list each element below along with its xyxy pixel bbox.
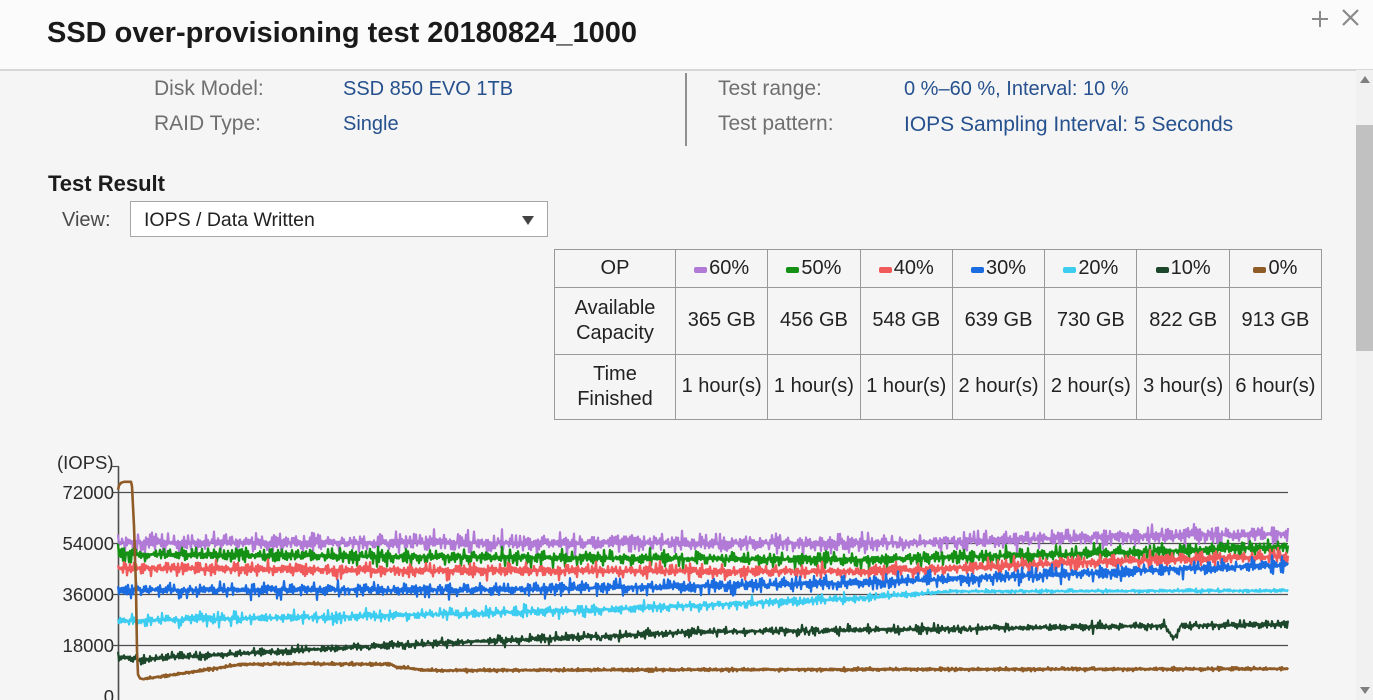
svg-text:18000: 18000 xyxy=(63,635,114,656)
svg-text:36000: 36000 xyxy=(63,584,114,605)
svg-text:54000: 54000 xyxy=(63,533,114,554)
svg-text:72000: 72000 xyxy=(63,482,114,503)
svg-text:(IOPS): (IOPS) xyxy=(57,452,114,473)
svg-text:0: 0 xyxy=(104,686,114,700)
